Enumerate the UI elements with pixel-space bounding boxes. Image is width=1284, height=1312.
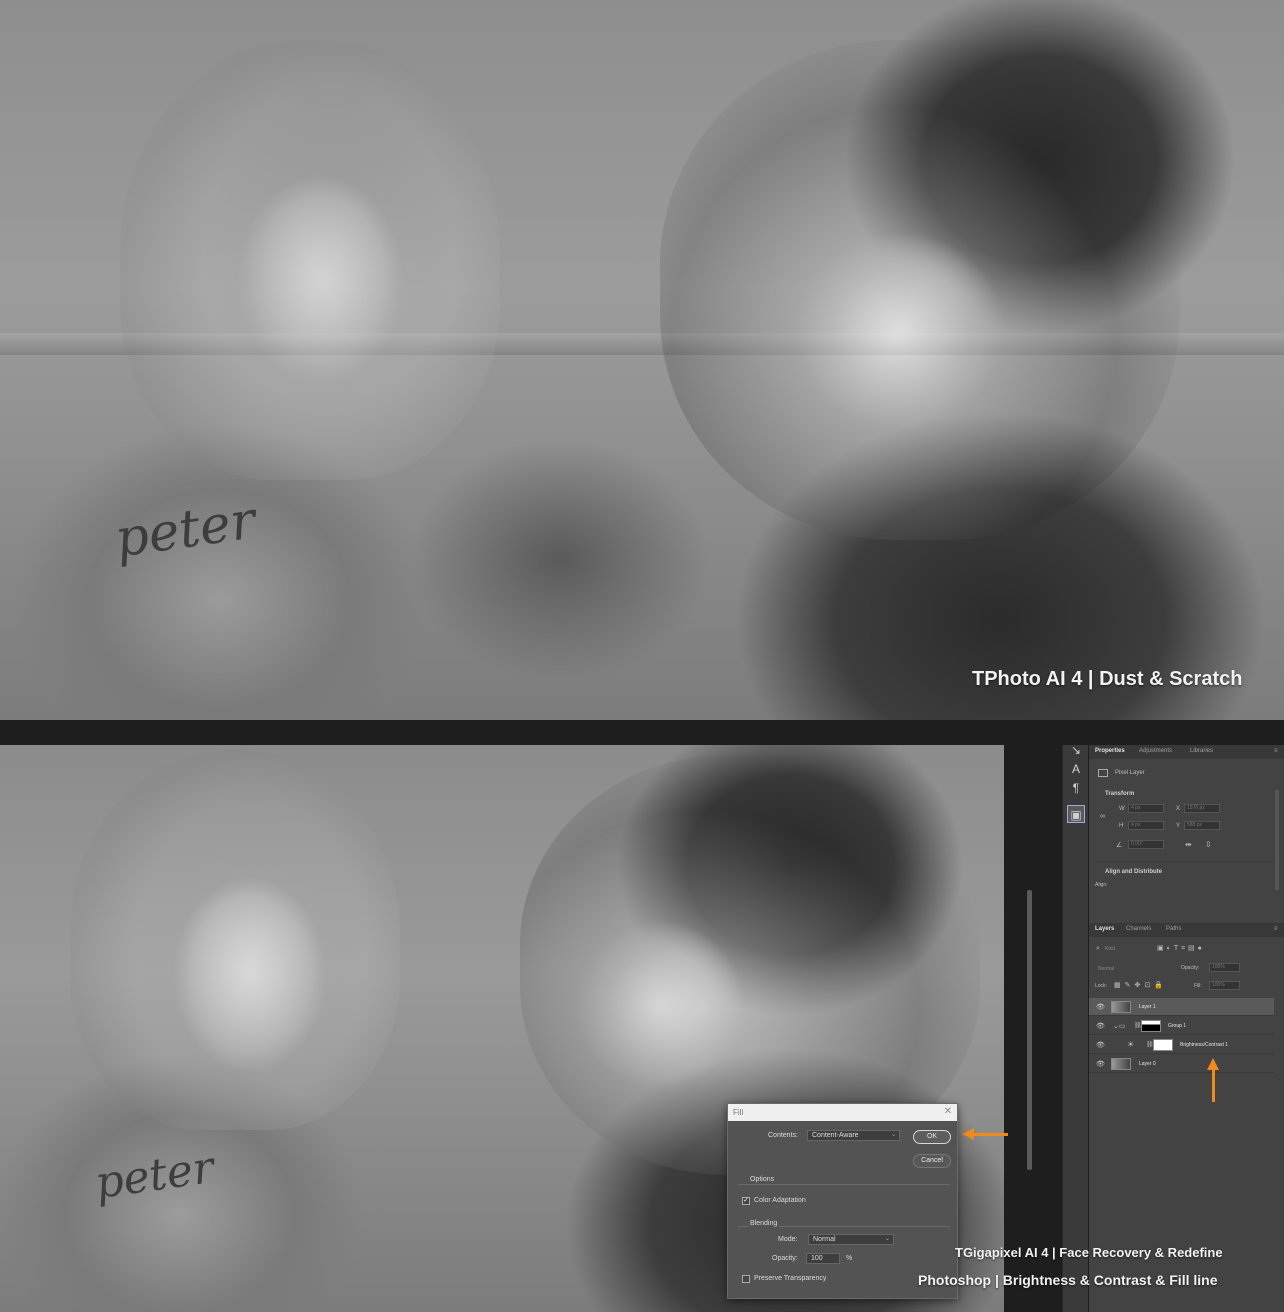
- layers-menu-icon[interactable]: ≡: [1274, 926, 1278, 932]
- layer-name: Brightness/Contrast 1: [1180, 1042, 1229, 1048]
- contents-value: Content-Aware: [812, 1132, 859, 1139]
- cancel-button[interactable]: Cancel: [913, 1154, 951, 1168]
- adjustment-mask-thumbnail: [1153, 1039, 1173, 1051]
- h-field[interactable]: 4 px: [1128, 821, 1164, 830]
- link-icon[interactable]: ∞: [1100, 813, 1105, 820]
- w-label: W: [1119, 806, 1125, 812]
- eye-icon[interactable]: 👁: [1096, 1022, 1105, 1030]
- tab-layers[interactable]: Layers: [1095, 926, 1114, 932]
- h-label: H: [1119, 823, 1124, 829]
- x-field[interactable]: 1576 px: [1184, 804, 1220, 813]
- canvas-scrollbar[interactable]: [1027, 890, 1032, 1170]
- tab-adjustments[interactable]: Adjustments: [1139, 748, 1172, 754]
- baby-figure: [120, 40, 500, 480]
- opacity-unit: %: [846, 1255, 853, 1262]
- arrow-tool-icon[interactable]: ↘: [1067, 741, 1085, 759]
- lock-icons[interactable]: ▦✎✥⊡🔒: [1114, 981, 1167, 989]
- align-heading[interactable]: Align and Distribute: [1105, 869, 1162, 875]
- tab-channels[interactable]: Channels: [1126, 926, 1151, 932]
- angle-field[interactable]: 0.00°: [1128, 840, 1164, 849]
- color-adaptation-label: Color Adaptation: [754, 1197, 806, 1204]
- ok-button[interactable]: OK: [913, 1130, 951, 1144]
- y-field[interactable]: 588 px: [1184, 821, 1220, 830]
- layers-tabs: Layers Channels Paths ≡: [1089, 923, 1284, 937]
- angle-icon: ∠: [1116, 842, 1123, 849]
- options-heading: Options: [748, 1176, 777, 1183]
- options-divider: [738, 1184, 950, 1185]
- close-icon[interactable]: ✕: [944, 1106, 952, 1117]
- preserve-transparency-label: Preserve Transparency: [754, 1275, 827, 1282]
- opacity-label: Opacity:: [772, 1255, 798, 1262]
- restored-photo-top: peter TPhoto AI 4 | Dust & Scratch: [0, 0, 1284, 720]
- handwriting-text: peter: [111, 490, 260, 570]
- opacity-input[interactable]: 100: [806, 1253, 840, 1264]
- transform-heading[interactable]: Transform: [1105, 791, 1134, 797]
- eye-icon[interactable]: 👁: [1096, 1060, 1105, 1068]
- layer-row-layer0[interactable]: 👁 Layer 0: [1089, 1055, 1274, 1073]
- opacity-label: Opacity:: [1181, 965, 1200, 971]
- flip-horizontal-icon[interactable]: ⇹: [1185, 840, 1192, 849]
- layer-type-label: Pixel Layer: [1115, 770, 1145, 776]
- mother-figure: [660, 40, 1180, 540]
- properties-toggle-icon[interactable]: ▣: [1067, 805, 1085, 823]
- type-tool-icon[interactable]: A: [1067, 760, 1085, 778]
- layer-name: Layer 1: [1139, 1004, 1156, 1010]
- layer-name: Layer 0: [1139, 1061, 1156, 1067]
- paragraph-icon[interactable]: ¶: [1067, 779, 1085, 797]
- layer-row-group1[interactable]: 👁 ⌄▭ ⛓ Group 1: [1089, 1017, 1274, 1035]
- fill-dialog: Fill ✕ Contents: Content-Aware ⌄ OK Canc…: [727, 1103, 958, 1299]
- adjustment-icon: ☀: [1127, 1040, 1135, 1049]
- eye-icon[interactable]: 👁: [1096, 1041, 1105, 1049]
- layer-thumbnail: [1111, 1001, 1131, 1013]
- contents-label: Contents:: [768, 1132, 798, 1139]
- pixel-layer-icon: [1098, 769, 1108, 777]
- right-panel: Properties Adjustments Libraries ≡ Pixel…: [1089, 745, 1284, 1312]
- blending-heading: Blending: [748, 1220, 780, 1227]
- folder-icon: ⌄▭: [1113, 1023, 1126, 1030]
- mode-label: Mode:: [778, 1236, 798, 1243]
- blend-mode-select[interactable]: Normal: [1098, 966, 1114, 972]
- color-adaptation-checkbox[interactable]: ✓: [742, 1197, 750, 1205]
- eye-icon[interactable]: 👁: [1096, 1003, 1105, 1011]
- tab-libraries[interactable]: Libraries: [1190, 748, 1213, 754]
- search-icon[interactable]: ⌕: [1096, 945, 1100, 953]
- panel-scrollbar[interactable]: [1275, 790, 1279, 890]
- filter-kind-select[interactable]: Kind: [1105, 946, 1115, 952]
- flip-vertical-icon[interactable]: ⇳: [1205, 840, 1212, 849]
- fill-label: Fill:: [1194, 983, 1202, 989]
- baby-figure-bottom: [70, 750, 400, 1130]
- panel-menu-icon[interactable]: ≡: [1274, 748, 1278, 754]
- w-field[interactable]: 4 px: [1128, 804, 1164, 813]
- lock-label: Lock:: [1095, 983, 1107, 989]
- filter-icons[interactable]: ▣◐T⌗▤●: [1157, 944, 1205, 953]
- chevron-down-icon: ⌄: [890, 1132, 896, 1138]
- align-label: Align:: [1095, 882, 1108, 888]
- top-caption: TPhoto AI 4 | Dust & Scratch: [972, 668, 1243, 690]
- opacity-field[interactable]: 100%: [1209, 963, 1240, 972]
- layer-row-brightness[interactable]: 👁 ☀ ⛓ Brightness/Contrast 1: [1089, 1036, 1274, 1054]
- opacity-value: 100: [811, 1255, 823, 1262]
- tool-strip: ↘ A ¶ ▣: [1062, 743, 1088, 1312]
- bottom-caption-line2: Photoshop | Brightness & Contrast & Fill…: [918, 1272, 1218, 1288]
- layer-row-layer1[interactable]: 👁 Layer 1: [1089, 998, 1274, 1016]
- chevron-down-icon: ⌄: [884, 1236, 890, 1242]
- properties-tabs: Properties Adjustments Libraries ≡: [1089, 745, 1284, 759]
- x-label: X: [1176, 806, 1181, 812]
- dialog-title-bar: Fill ✕: [728, 1104, 957, 1121]
- preserve-transparency-checkbox[interactable]: [742, 1275, 750, 1283]
- mode-value: Normal: [813, 1236, 836, 1243]
- handwriting-text-bottom: peter: [92, 1141, 217, 1210]
- fill-field[interactable]: 100%: [1209, 981, 1240, 990]
- layer-thumbnail: [1111, 1058, 1131, 1070]
- mode-select[interactable]: Normal ⌄: [808, 1234, 894, 1245]
- tab-paths[interactable]: Paths: [1166, 926, 1181, 932]
- section-divider: [1095, 861, 1275, 862]
- dialog-title: Fill: [733, 1108, 744, 1117]
- contents-select[interactable]: Content-Aware ⌄: [807, 1130, 900, 1141]
- layer-name: Group 1: [1168, 1023, 1187, 1029]
- tab-properties[interactable]: Properties: [1095, 748, 1125, 754]
- y-label: Y: [1176, 823, 1181, 829]
- bottom-caption-line1: TGigapixel AI 4 | Face Recovery & Redefi…: [955, 1245, 1223, 1260]
- group-mask-thumbnail: [1141, 1020, 1161, 1032]
